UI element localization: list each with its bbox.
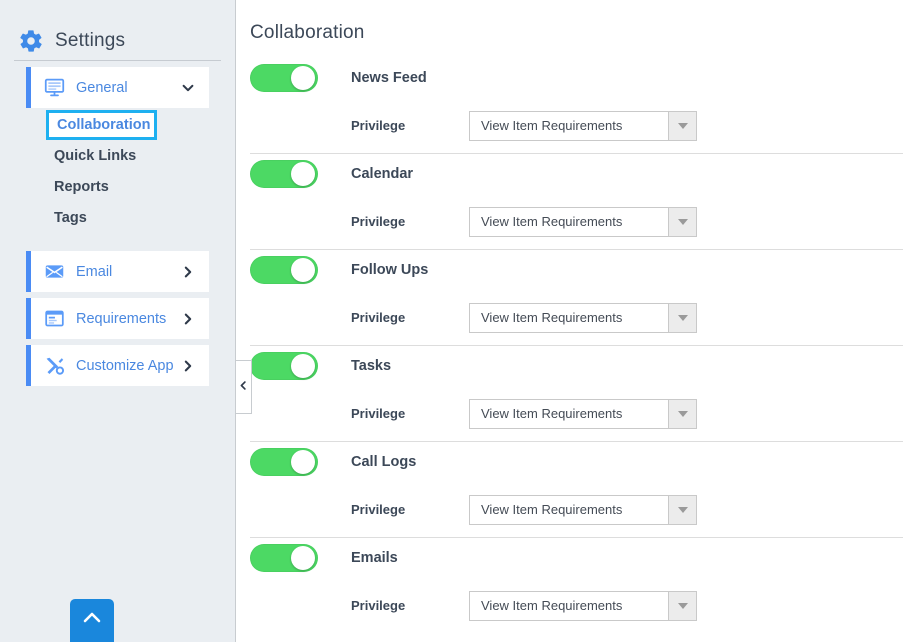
module-enable-toggle[interactable]: [250, 544, 318, 572]
privilege-select[interactable]: View Item Requirements: [469, 494, 697, 525]
module-privilege-row: Privilege View Item Requirements: [250, 386, 903, 441]
tools-icon: [44, 355, 65, 376]
chevron-down-icon[interactable]: [668, 495, 696, 524]
module-name: Emails: [351, 550, 398, 566]
privilege-select[interactable]: View Item Requirements: [469, 206, 697, 237]
toggle-knob: [291, 258, 315, 282]
sidebar-item-email[interactable]: Email: [26, 251, 209, 292]
module-row: Calendar Privilege View Item Requirement…: [250, 154, 903, 250]
chevron-down-icon[interactable]: [668, 399, 696, 428]
document-window-icon: [44, 308, 65, 329]
privilege-select[interactable]: View Item Requirements: [469, 398, 697, 429]
privilege-label: Privilege: [351, 310, 406, 325]
module-enable-toggle[interactable]: [250, 448, 318, 476]
privilege-value: View Item Requirements: [481, 214, 623, 229]
privilege-select[interactable]: View Item Requirements: [469, 110, 697, 141]
chevron-down-icon[interactable]: [668, 207, 696, 236]
privilege-label: Privilege: [351, 406, 406, 421]
module-header: Call Logs: [250, 442, 903, 482]
sidebar-subitem-label: Quick Links: [54, 147, 137, 164]
include-hashtag-row: Include Hashtag: [250, 633, 903, 642]
module-name: Tasks: [351, 358, 392, 374]
module-enable-toggle[interactable]: [250, 352, 318, 380]
sidebar-item-collaboration[interactable]: Collaboration: [46, 110, 157, 140]
gear-icon: [18, 28, 44, 54]
module-row: Tasks Privilege View Item Requirements: [250, 346, 903, 442]
chevron-right-icon[interactable]: [181, 359, 195, 373]
sidebar-item-label: Customize App: [76, 357, 174, 374]
privilege-select[interactable]: View Item Requirements: [469, 302, 697, 333]
privilege-label: Privilege: [351, 502, 406, 517]
envelope-icon: [44, 261, 65, 282]
sidebar-item-quick-links[interactable]: Quick Links: [0, 140, 235, 171]
sidebar-subitem-label: Tags: [54, 209, 87, 226]
module-name: Calendar: [351, 166, 414, 182]
privilege-value: View Item Requirements: [481, 502, 623, 517]
modules-list: News Feed Privilege View Item Requiremen…: [236, 44, 903, 642]
module-enable-toggle[interactable]: [250, 160, 318, 188]
module-row: Call Logs Privilege View Item Requiremen…: [250, 442, 903, 538]
sidebar-subitem-label: Collaboration: [57, 117, 151, 133]
module-header: Calendar: [250, 154, 903, 194]
module-row: Emails Privilege View Item Requirements …: [250, 538, 903, 642]
module-enable-toggle[interactable]: [250, 64, 318, 92]
module-enable-toggle[interactable]: [250, 256, 318, 284]
module-privilege-row: Privilege View Item Requirements: [250, 290, 903, 345]
chevron-down-icon[interactable]: [668, 591, 696, 620]
sidebar-item-requirements[interactable]: Requirements: [26, 298, 209, 339]
module-name: News Feed: [351, 70, 427, 86]
privilege-label: Privilege: [351, 118, 406, 133]
privilege-label: Privilege: [351, 598, 406, 613]
sidebar-item-general[interactable]: General: [26, 67, 209, 108]
chevron-left-icon: [238, 378, 249, 396]
module-row: Follow Ups Privilege View Item Requireme…: [250, 250, 903, 346]
sidebar-subitem-label: Reports: [54, 178, 109, 195]
privilege-select[interactable]: View Item Requirements: [469, 590, 697, 621]
sidebar-collapse-handle[interactable]: [236, 360, 252, 414]
sidebar-item-tags[interactable]: Tags: [0, 202, 235, 233]
module-header: News Feed: [250, 58, 903, 98]
toggle-knob: [291, 450, 315, 474]
module-header: Emails: [250, 538, 903, 578]
sidebar-subnav: Collaboration Quick Links Reports Tags: [0, 110, 235, 233]
toggle-knob: [291, 162, 315, 186]
sidebar-item-label: Email: [76, 263, 113, 280]
sidebar-divider: [14, 60, 221, 61]
chevron-down-icon[interactable]: [181, 81, 195, 95]
module-privilege-row: Privilege View Item Requirements: [250, 98, 903, 153]
privilege-value: View Item Requirements: [481, 118, 623, 133]
module-name: Call Logs: [351, 454, 417, 470]
sidebar-item-customize-app[interactable]: Customize App: [26, 345, 209, 386]
privilege-value: View Item Requirements: [481, 406, 623, 421]
privilege-label: Privilege: [351, 214, 406, 229]
privilege-value: View Item Requirements: [481, 310, 623, 325]
chevron-down-icon[interactable]: [668, 111, 696, 140]
chevron-up-icon: [80, 606, 104, 635]
module-header: Tasks: [250, 346, 903, 386]
scroll-to-top-button[interactable]: [70, 599, 114, 642]
sidebar-title: Settings: [55, 30, 126, 51]
chevron-right-icon[interactable]: [181, 265, 195, 279]
sidebar: Settings General Collaboration Quick Lin…: [0, 0, 236, 642]
chevron-right-icon[interactable]: [181, 312, 195, 326]
module-privilege-row: Privilege View Item Requirements: [250, 578, 903, 633]
module-privilege-row: Privilege View Item Requirements: [250, 482, 903, 537]
toggle-knob: [291, 66, 315, 90]
chevron-down-icon[interactable]: [668, 303, 696, 332]
toggle-knob: [291, 354, 315, 378]
content-panel: Collaboration News Feed Privilege View I…: [236, 0, 903, 642]
module-privilege-row: Privilege View Item Requirements: [250, 194, 903, 249]
module-row: News Feed Privilege View Item Requiremen…: [250, 44, 903, 154]
sidebar-item-label: General: [76, 79, 128, 96]
module-header: Follow Ups: [250, 250, 903, 290]
toggle-knob: [291, 546, 315, 570]
privilege-value: View Item Requirements: [481, 598, 623, 613]
sidebar-header: Settings: [0, 0, 235, 57]
settings-page: Settings General Collaboration Quick Lin…: [0, 0, 903, 642]
sidebar-item-reports[interactable]: Reports: [0, 171, 235, 202]
module-name: Follow Ups: [351, 262, 429, 278]
sidebar-item-label: Requirements: [76, 310, 167, 327]
page-title: Collaboration: [250, 22, 365, 43]
monitor-icon: [44, 77, 65, 98]
